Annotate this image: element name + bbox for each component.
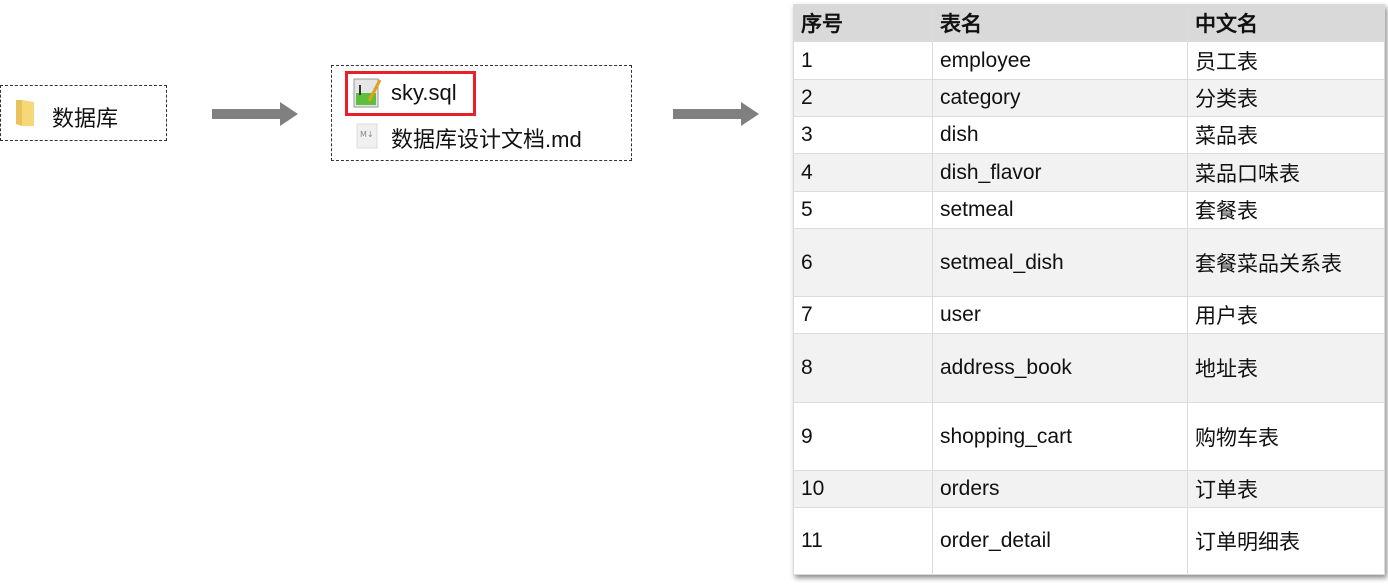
arrow-right-icon — [212, 102, 298, 126]
cell-chinese-name: 订单表 — [1187, 470, 1385, 508]
markdown-file-icon: M↓ — [356, 123, 378, 149]
cell-chinese-name: 菜品表 — [1187, 116, 1385, 154]
cell-table-name: setmeal_dish — [932, 228, 1188, 297]
cell-table-name: dish_flavor — [932, 153, 1188, 192]
svg-text:M↓: M↓ — [360, 130, 374, 139]
cell-table-name: category — [932, 79, 1188, 117]
folder-name[interactable]: 数据库 — [52, 101, 118, 133]
header-table-name: 表名 — [932, 4, 1188, 42]
cell-index: 9 — [793, 402, 933, 471]
cell-table-name: setmeal — [932, 191, 1188, 229]
cell-chinese-name: 菜品口味表 — [1187, 153, 1385, 192]
tables-list: 序号 表名 中文名 1 employee 员工表 2 category 分类表 3 dish 菜… — [793, 4, 1385, 575]
cell-index: 2 — [793, 79, 933, 117]
cell-chinese-name: 地址表 — [1187, 333, 1385, 403]
cell-chinese-name: 订单明细表 — [1187, 507, 1385, 575]
cell-index: 4 — [793, 153, 933, 192]
cell-chinese-name: 员工表 — [1187, 41, 1385, 80]
table-row: 7 user 用户表 — [793, 296, 1385, 334]
cell-index: 5 — [793, 191, 933, 229]
cell-chinese-name: 套餐表 — [1187, 191, 1385, 229]
cell-index: 7 — [793, 296, 933, 334]
table-row: 9 shopping_cart 购物车表 — [793, 402, 1385, 471]
file-md[interactable]: 数据库设计文档.md — [391, 122, 582, 154]
cell-table-name: employee — [932, 41, 1188, 80]
table-row: 6 setmeal_dish 套餐菜品关系表 — [793, 228, 1385, 297]
cell-index: 6 — [793, 228, 933, 297]
cell-chinese-name: 分类表 — [1187, 79, 1385, 117]
cell-index: 1 — [793, 41, 933, 80]
cell-index: 8 — [793, 333, 933, 403]
cell-table-name: dish — [932, 116, 1188, 154]
cell-chinese-name: 购物车表 — [1187, 402, 1385, 471]
highlight-box — [345, 71, 476, 116]
folder-icon — [16, 100, 34, 126]
cell-chinese-name: 套餐菜品关系表 — [1187, 228, 1385, 297]
header-index: 序号 — [793, 4, 933, 42]
cell-index: 11 — [793, 507, 933, 575]
table-row: 4 dish_flavor 菜品口味表 — [793, 153, 1385, 192]
table-row: 2 category 分类表 — [793, 79, 1385, 117]
cell-table-name: orders — [932, 470, 1188, 508]
cell-table-name: user — [932, 296, 1188, 334]
table-row: 10 orders 订单表 — [793, 470, 1385, 508]
cell-index: 3 — [793, 116, 933, 154]
table-row: 3 dish 菜品表 — [793, 116, 1385, 154]
table-header: 序号 表名 中文名 — [793, 4, 1385, 42]
arrow-right-icon — [673, 102, 759, 126]
table-row: 11 order_detail 订单明细表 — [793, 507, 1385, 575]
header-chinese-name: 中文名 — [1187, 4, 1385, 42]
table-row: 8 address_book 地址表 — [793, 333, 1385, 403]
table-row: 5 setmeal 套餐表 — [793, 191, 1385, 229]
cell-table-name: shopping_cart — [932, 402, 1188, 471]
cell-index: 10 — [793, 470, 933, 508]
cell-chinese-name: 用户表 — [1187, 296, 1385, 334]
table-row: 1 employee 员工表 — [793, 41, 1385, 80]
cell-table-name: order_detail — [932, 507, 1188, 575]
cell-table-name: address_book — [932, 333, 1188, 403]
